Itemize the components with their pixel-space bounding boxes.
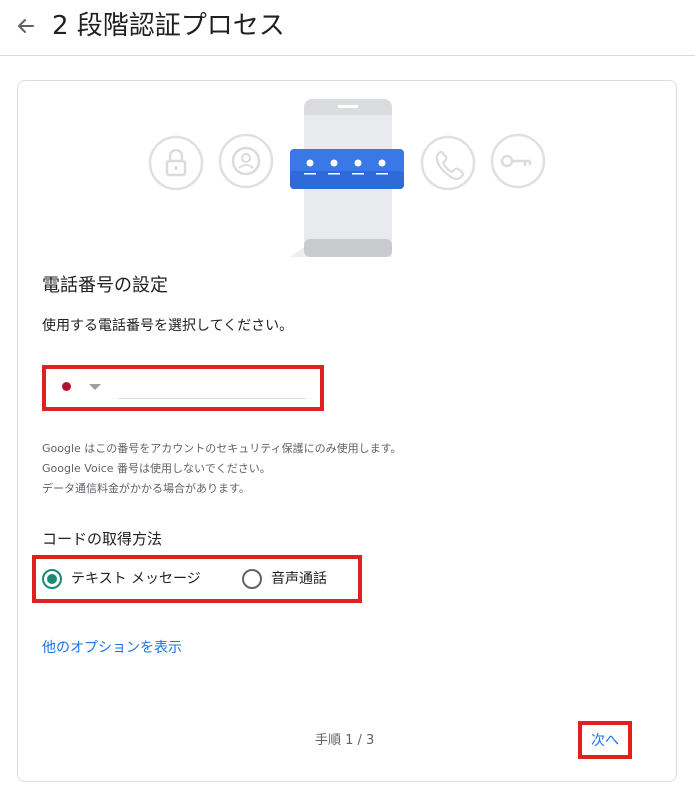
code-card xyxy=(290,149,404,189)
setup-card: 電話番号の設定 使用する電話番号を選択してください。 Google はこの番号を… xyxy=(17,80,677,782)
country-flag-icon xyxy=(62,382,71,391)
step-indicator: 手順 1 / 3 xyxy=(315,733,375,748)
arrow-back-icon xyxy=(18,19,34,33)
radio-voice-call[interactable]: 音声通話 xyxy=(242,566,327,592)
radio-label: テキスト メッセージ xyxy=(71,571,201,587)
note-line: データ通信料金がかかる場合があります。 xyxy=(42,482,250,495)
two-step-illustration xyxy=(148,99,546,257)
usage-notes: Google はこの番号をアカウントのセキュリティ保護にのみ使用します。 Goo… xyxy=(42,439,542,499)
lock-icon xyxy=(148,135,204,191)
note-line: Google はこの番号をアカウントのセキュリティ保護にのみ使用します。 xyxy=(42,442,402,455)
method-radio-group: テキスト メッセージ 音声通話 xyxy=(36,559,358,599)
country-select[interactable] xyxy=(54,375,110,399)
instruction-text: 使用する電話番号を選択してください。 xyxy=(42,318,294,334)
phone-number-input[interactable] xyxy=(118,373,306,399)
app-header: 2 段階認証プロセス xyxy=(0,0,695,56)
page-title: 2 段階認証プロセス xyxy=(52,11,285,41)
radio-label: 音声通話 xyxy=(271,571,327,587)
phone-icon xyxy=(420,135,476,191)
radio-text-message[interactable]: テキスト メッセージ xyxy=(42,566,201,592)
radio-unselected-icon xyxy=(242,569,262,589)
more-options-link[interactable]: 他のオプションを表示 xyxy=(42,637,182,659)
radio-selected-icon xyxy=(42,569,62,589)
method-title: コードの取得方法 xyxy=(42,530,163,548)
back-button[interactable] xyxy=(12,12,40,40)
note-line: Google Voice 番号は使用しないでください。 xyxy=(42,462,271,475)
account-icon xyxy=(218,133,274,189)
next-button[interactable]: 次へ xyxy=(582,725,628,755)
phone-number-row xyxy=(46,369,320,407)
key-icon xyxy=(490,133,546,189)
chevron-down-icon xyxy=(89,384,101,390)
section-title: 電話番号の設定 xyxy=(42,275,168,296)
